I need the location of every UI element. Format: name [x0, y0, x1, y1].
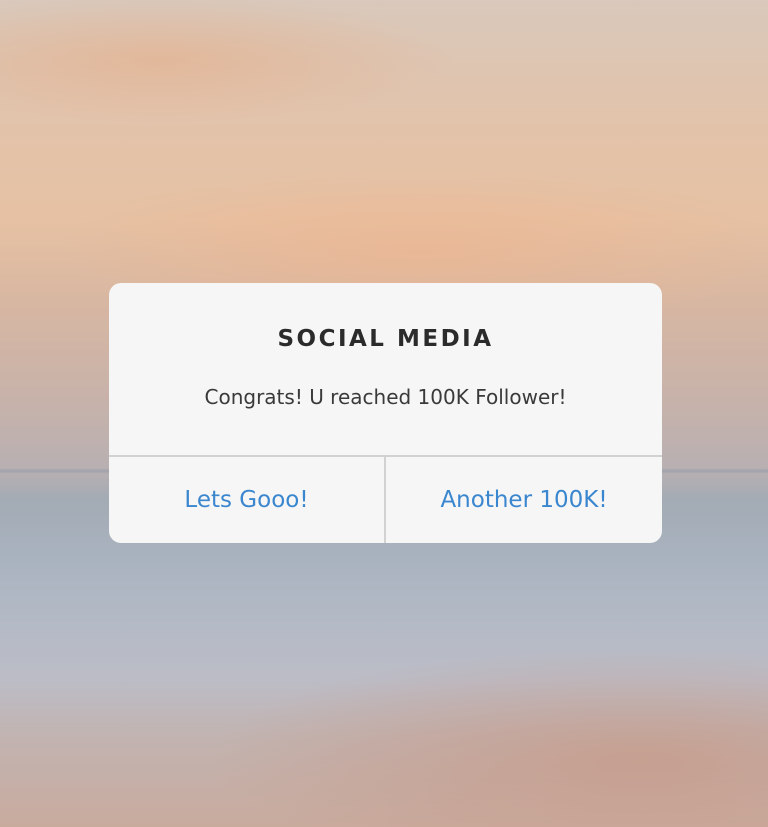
- another-100k-button[interactable]: Another 100K!: [386, 457, 662, 543]
- dialog-message: Congrats! U reached 100K Follower!: [204, 385, 567, 409]
- dialog-title: SOCIAL MEDIA: [277, 326, 494, 352]
- lets-gooo-button[interactable]: Lets Gooo!: [109, 457, 384, 543]
- alert-dialog: SOCIAL MEDIA Congrats! U reached 100K Fo…: [109, 283, 662, 543]
